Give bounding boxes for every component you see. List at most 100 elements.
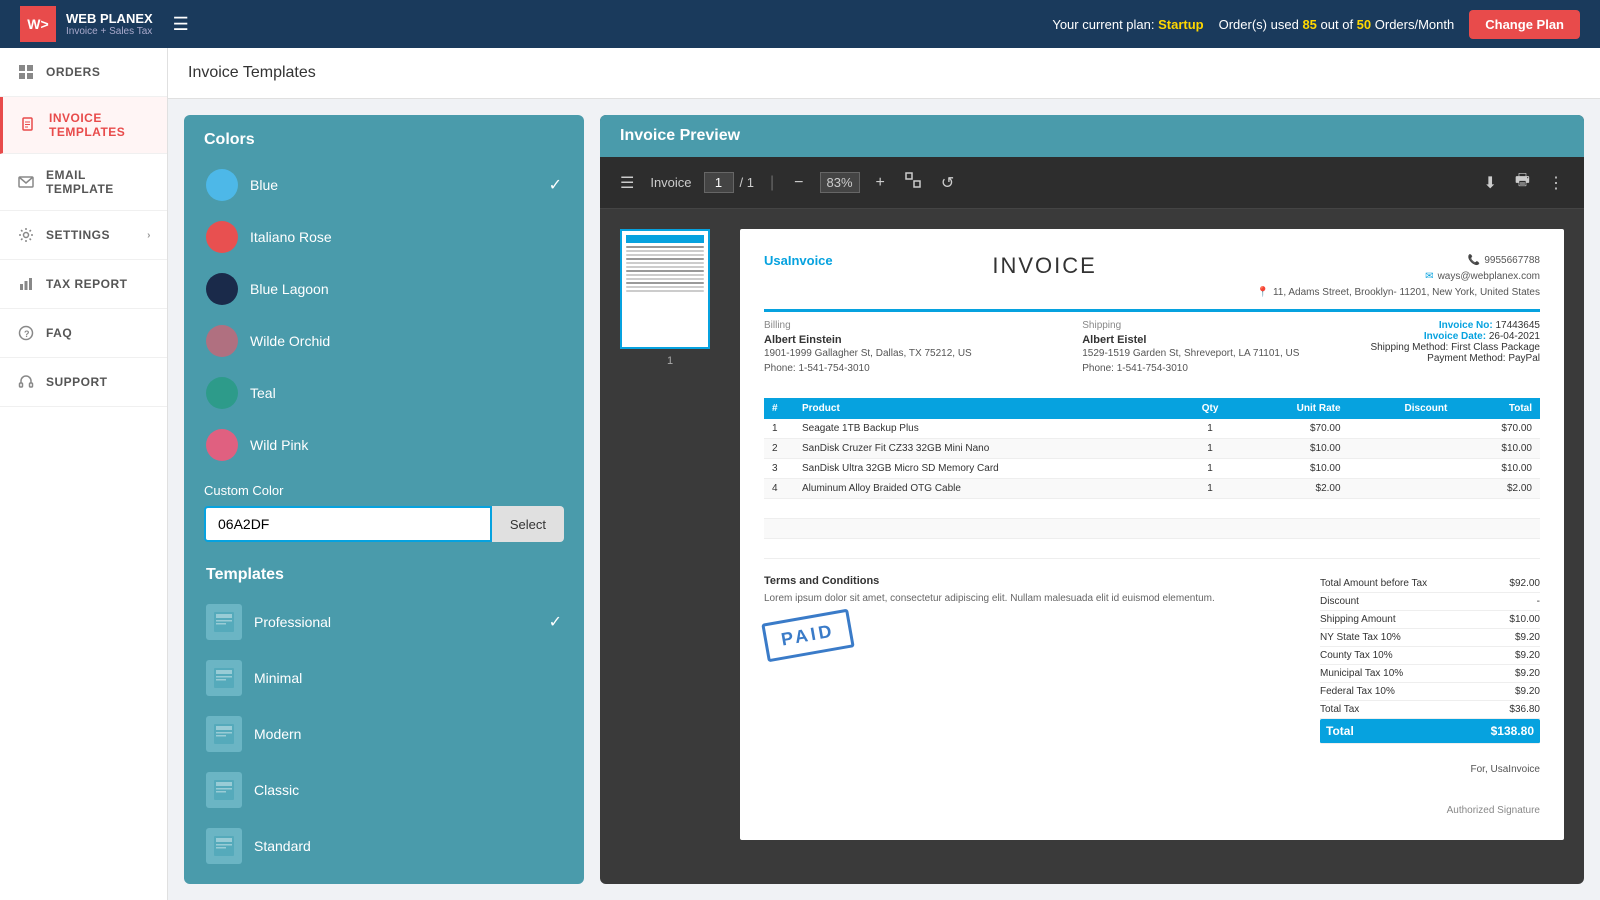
- custom-color-input[interactable]: [204, 506, 492, 542]
- hamburger-icon[interactable]: ☰: [173, 14, 189, 35]
- colors-section-title: Colors: [184, 115, 584, 159]
- shipping-address-block: Shipping Albert Eistel 1529-1519 Garden …: [1082, 320, 1370, 376]
- sidebar-item-support[interactable]: SUPPORT: [0, 358, 167, 407]
- invoice-date-label: Invoice Date:: [1424, 331, 1486, 342]
- pdf-rotate-button[interactable]: ↺: [937, 169, 958, 197]
- color-item-wilde-orchid[interactable]: Wilde Orchid: [194, 315, 574, 367]
- sidebar-item-settings[interactable]: SETTINGS ›: [0, 211, 167, 260]
- color-label-blue-lagoon: Blue Lagoon: [250, 281, 329, 297]
- custom-color-section: Custom Color Select: [184, 471, 584, 554]
- invoice-date-row: Invoice Date: 26-04-2021: [1370, 331, 1540, 342]
- email-icon: ✉: [1425, 269, 1433, 285]
- svg-text:?: ?: [24, 329, 30, 339]
- headphones-icon: [16, 372, 36, 392]
- grid-icon: [16, 62, 36, 82]
- cell-unit-rate: $70.00: [1240, 419, 1349, 439]
- pdf-menu-button[interactable]: ☰: [616, 169, 638, 197]
- paid-stamp: PAID: [761, 609, 854, 663]
- pdf-fit-page-button[interactable]: [901, 168, 925, 197]
- billing-address-block: Billing Albert Einstein 1901-1999 Gallag…: [764, 320, 1052, 376]
- change-plan-button[interactable]: Change Plan: [1469, 10, 1580, 39]
- template-item-professional[interactable]: Professional ✓: [194, 594, 574, 650]
- payment-method-label: Payment Method:: [1427, 353, 1505, 364]
- color-item-blue-lagoon[interactable]: Blue Lagoon: [194, 263, 574, 315]
- color-swatch-wilde-orchid: [206, 325, 238, 357]
- pdf-content: 1 UsaInvoice INVOICE: [600, 209, 1584, 884]
- orders-info: Order(s) used 85 out of 50 Orders/Month: [1219, 17, 1455, 32]
- invoice-addresses: Billing Albert Einstein 1901-1999 Gallag…: [764, 320, 1370, 376]
- color-item-blue[interactable]: Blue ✓: [194, 159, 574, 211]
- signature-label: Authorized Signature: [764, 805, 1540, 816]
- invoice-meta-row: Billing Albert Einstein 1901-1999 Gallag…: [764, 320, 1540, 388]
- sidebar-item-faq[interactable]: ? FAQ: [0, 309, 167, 358]
- billing-phone: Phone: 1-541-754-3010: [764, 361, 1052, 376]
- thumbnail-line: [626, 266, 704, 268]
- thumbnail-line: [626, 274, 704, 276]
- custom-color-select-button[interactable]: Select: [492, 506, 564, 542]
- table-row: 3 SanDisk Ultra 32GB Micro SD Memory Car…: [764, 459, 1540, 479]
- thumbnail-line: [626, 290, 704, 292]
- template-item-standard[interactable]: Standard: [194, 818, 574, 874]
- pdf-download-button[interactable]: ⬇: [1479, 169, 1500, 197]
- color-swatch-blue-lagoon: [206, 273, 238, 305]
- pdf-page-divider: / 1: [740, 175, 754, 190]
- sidebar-item-invoice-templates[interactable]: INVOICE TEMPLATES: [0, 97, 167, 154]
- table-header-qty: Qty: [1180, 398, 1239, 419]
- logo-name: WEB PLANEX: [66, 11, 153, 27]
- file-text-icon: [19, 115, 39, 135]
- sidebar-item-email-template[interactable]: EMAIL TEMPLATE: [0, 154, 167, 211]
- payment-method-value: PayPal: [1508, 353, 1540, 364]
- sidebar-item-orders[interactable]: ORDERS: [0, 48, 167, 97]
- total-row: County Tax 10%$9.20: [1320, 647, 1540, 665]
- total-value: $10.00: [1509, 614, 1540, 625]
- main-layout: ORDERS INVOICE TEMPLATES EMAIL TEMPLATE …: [0, 48, 1600, 900]
- color-item-wild-pink[interactable]: Wild Pink: [194, 419, 574, 471]
- thumbnail-line: [626, 250, 704, 252]
- terms-text: Lorem ipsum dolor sit amet, consectetur …: [764, 591, 1300, 606]
- invoice-top: UsaInvoice INVOICE 📞 9955667788: [764, 253, 1540, 301]
- total-label: County Tax 10%: [1320, 650, 1393, 661]
- shipping-method-label: Shipping Method:: [1370, 342, 1448, 353]
- pdf-page-input[interactable]: [704, 172, 734, 193]
- sidebar-label-email-template: EMAIL TEMPLATE: [46, 168, 151, 196]
- templates-section-title: Templates: [194, 554, 574, 594]
- grand-total-value: $138.80: [1491, 724, 1534, 738]
- mail-icon: [16, 172, 36, 192]
- color-label-wilde-orchid: Wilde Orchid: [250, 333, 330, 349]
- pdf-more-button[interactable]: ⋮: [1544, 169, 1568, 197]
- cell-num: 4: [764, 479, 794, 499]
- payment-method-row: Payment Method: PayPal: [1370, 353, 1540, 364]
- template-item-modern[interactable]: Modern: [194, 706, 574, 762]
- template-thumb-minimal: [206, 660, 242, 696]
- pdf-thumbnail-page1[interactable]: [620, 229, 710, 349]
- color-item-teal[interactable]: Teal: [194, 367, 574, 419]
- pdf-zoom-in-button[interactable]: +: [872, 170, 889, 196]
- invoice-address-text: 11, Adams Street, Brooklyn- 11201, New Y…: [1273, 285, 1540, 301]
- table-header-discount: Discount: [1349, 398, 1456, 419]
- billing-label: Billing: [764, 320, 1052, 331]
- cell-discount: [1349, 419, 1456, 439]
- total-value: $9.20: [1515, 686, 1540, 697]
- thumbnail-header-bar: [626, 235, 704, 243]
- cell-product: SanDisk Ultra 32GB Micro SD Memory Card: [794, 459, 1180, 479]
- plan-label: Your current plan: Startup: [1052, 17, 1203, 32]
- invoice-footer: Terms and Conditions Lorem ipsum dolor s…: [764, 575, 1540, 744]
- thumbnail-line: [626, 246, 704, 248]
- total-row: Federal Tax 10%$9.20: [1320, 683, 1540, 701]
- color-item-italiano-rose[interactable]: Italiano Rose: [194, 211, 574, 263]
- table-row-empty: [764, 499, 1540, 519]
- sidebar-item-tax-report[interactable]: TAX REPORT: [0, 260, 167, 309]
- pdf-print-button[interactable]: 🖶: [1511, 165, 1534, 200]
- settings-icon: [16, 225, 36, 245]
- pdf-zoom-out-button[interactable]: −: [790, 170, 807, 196]
- custom-color-label: Custom Color: [204, 483, 564, 498]
- template-item-minimal[interactable]: Minimal: [194, 650, 574, 706]
- color-swatch-wild-pink: [206, 429, 238, 461]
- sidebar-label-orders: ORDERS: [46, 65, 100, 79]
- cell-qty: 1: [1180, 419, 1239, 439]
- template-item-classic[interactable]: Classic: [194, 762, 574, 818]
- table-header-total: Total: [1455, 398, 1540, 419]
- sidebar: ORDERS INVOICE TEMPLATES EMAIL TEMPLATE …: [0, 48, 168, 900]
- shipping-address: 1529-1519 Garden St, Shreveport, LA 7110…: [1082, 346, 1370, 361]
- invoice-document: UsaInvoice INVOICE 📞 9955667788: [740, 229, 1564, 840]
